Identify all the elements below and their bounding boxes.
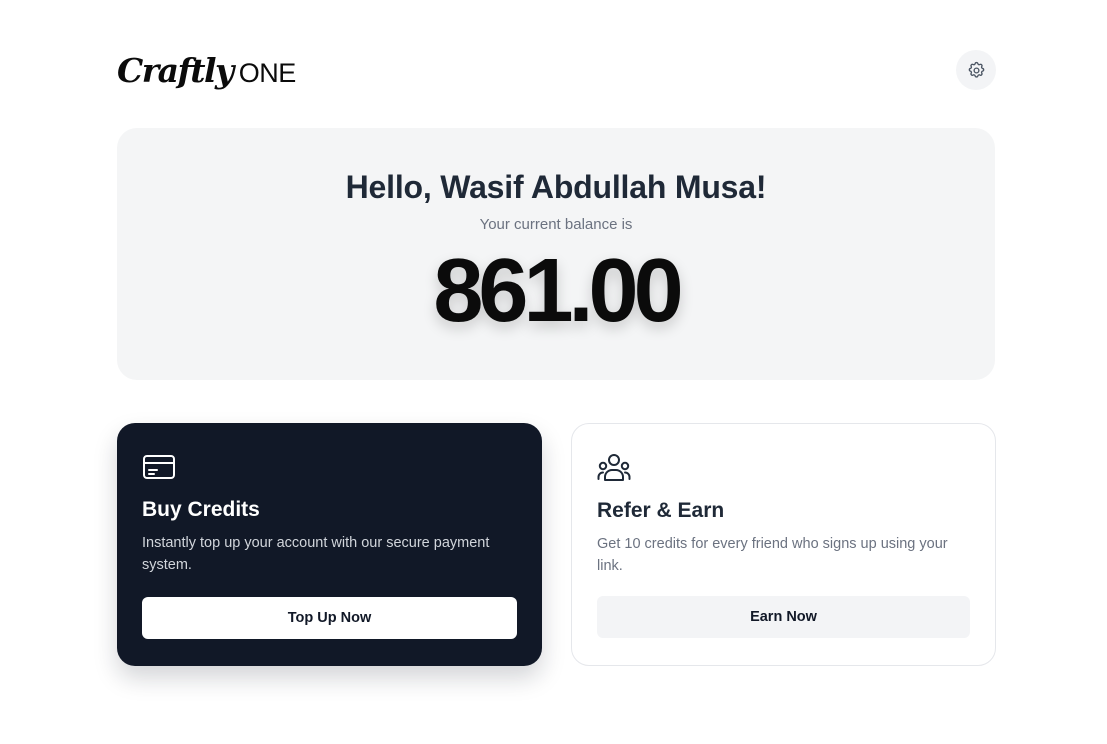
balance-label: Your current balance is (479, 216, 633, 233)
credit-card-icon (143, 455, 175, 479)
users-group-icon (597, 454, 631, 481)
buy-credits-title: Buy Credits (142, 498, 260, 521)
top-up-now-button[interactable]: Top Up Now (142, 597, 517, 639)
refer-earn-title: Refer & Earn (597, 499, 725, 522)
header: Craftly ONE (117, 48, 996, 92)
gear-icon (968, 61, 984, 78)
buy-credits-card: Buy Credits Instantly top up your accoun… (117, 423, 542, 666)
logo[interactable]: Craftly ONE (117, 54, 296, 87)
earn-now-button[interactable]: Earn Now (597, 596, 970, 638)
settings-button[interactable] (956, 50, 996, 90)
dashboard-page: Craftly ONE Hello, Wasif Abdullah Musa! … (0, 0, 1107, 744)
buy-credits-description: Instantly top up your account with our s… (142, 535, 490, 573)
balance-card: Hello, Wasif Abdullah Musa! Your current… (117, 128, 995, 380)
logo-script: Craftly (117, 50, 234, 90)
refer-earn-card: Refer & Earn Get 10 credits for every fr… (571, 423, 996, 666)
greeting-heading: Hello, Wasif Abdullah Musa! (345, 169, 767, 205)
balance-amount: 861.00 (433, 241, 683, 341)
refer-earn-description: Get 10 credits for every friend who sign… (597, 536, 948, 574)
logo-word: ONE (238, 57, 297, 88)
